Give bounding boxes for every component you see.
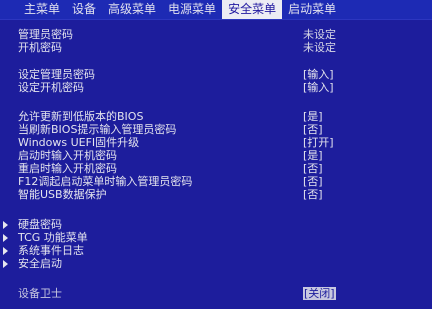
device-guard-value[interactable]: [关闭] bbox=[303, 287, 336, 300]
f12-admin-password-value[interactable]: [否] bbox=[303, 175, 323, 188]
tab-main[interactable]: 主菜单 bbox=[0, 0, 66, 19]
boot-password-prompt-label: 启动时输入开机密码 bbox=[18, 149, 117, 162]
reboot-password-prompt-label: 重启时输入开机密码 bbox=[18, 162, 117, 175]
allow-bios-downgrade-value[interactable]: [是] bbox=[303, 110, 323, 123]
bios-update-prompt-label: 当刷新BIOS提示输入管理员密码 bbox=[18, 123, 177, 136]
power-on-password-value: 未设定 bbox=[303, 41, 336, 54]
submenu-tcg[interactable]: TCG 功能菜单 bbox=[0, 231, 432, 244]
tab-security[interactable]: 安全菜单 bbox=[222, 0, 283, 19]
device-guard-label: 设备卫士 bbox=[18, 287, 62, 300]
triangle-right-icon bbox=[3, 260, 8, 268]
bios-screen: 主菜单 设备 高级菜单 电源菜单 安全菜单 启动菜单 管理员密码 未设定 开机密… bbox=[0, 0, 432, 309]
set-admin-password-row[interactable]: 设定管理员密码 [输入] bbox=[0, 68, 432, 81]
triangle-right-icon bbox=[3, 234, 8, 242]
f12-admin-password-row[interactable]: F12调起启动菜单时输入管理员密码 [否] bbox=[0, 175, 432, 188]
tab-power[interactable]: 电源菜单 bbox=[162, 0, 222, 19]
submenu-label: 硬盘密码 bbox=[18, 218, 62, 231]
submenu-secure-boot[interactable]: 安全启动 bbox=[0, 257, 432, 270]
allow-bios-downgrade-row[interactable]: 允许更新到低版本的BIOS [是] bbox=[0, 110, 432, 123]
submenu-label: TCG 功能菜单 bbox=[18, 231, 88, 244]
power-on-password-status: 开机密码 未设定 bbox=[0, 41, 432, 54]
admin-password-value: 未设定 bbox=[303, 28, 336, 41]
allow-bios-downgrade-label: 允许更新到低版本的BIOS bbox=[18, 110, 144, 123]
set-power-on-password-row[interactable]: 设定开机密码 [输入] bbox=[0, 81, 432, 94]
set-admin-password-label: 设定管理员密码 bbox=[18, 68, 95, 81]
uefi-firmware-update-row[interactable]: Windows UEFI固件升级 [打开] bbox=[0, 136, 432, 149]
reboot-password-prompt-value[interactable]: [否] bbox=[303, 162, 323, 175]
device-guard-row[interactable]: 设备卫士 [关闭] bbox=[0, 287, 432, 300]
bios-update-prompt-row[interactable]: 当刷新BIOS提示输入管理员密码 [否] bbox=[0, 123, 432, 136]
submenu-label: 安全启动 bbox=[18, 257, 62, 270]
security-panel: 管理员密码 未设定 开机密码 未设定 设定管理员密码 [输入] 设定开机密码 [… bbox=[0, 19, 432, 309]
set-admin-password-value[interactable]: [输入] bbox=[303, 68, 334, 81]
submenu-label: 系统事件日志 bbox=[18, 244, 84, 257]
admin-password-label: 管理员密码 bbox=[18, 28, 73, 41]
menu-bar: 主菜单 设备 高级菜单 电源菜单 安全菜单 启动菜单 bbox=[0, 0, 432, 20]
smart-usb-protection-row[interactable]: 智能USB数据保护 [否] bbox=[0, 188, 432, 201]
triangle-right-icon bbox=[3, 221, 8, 229]
bios-update-prompt-value[interactable]: [否] bbox=[303, 123, 323, 136]
reboot-password-prompt-row[interactable]: 重启时输入开机密码 [否] bbox=[0, 162, 432, 175]
admin-password-status: 管理员密码 未设定 bbox=[0, 28, 432, 41]
uefi-firmware-update-label: Windows UEFI固件升级 bbox=[18, 136, 140, 149]
tab-advanced[interactable]: 高级菜单 bbox=[102, 0, 162, 19]
power-on-password-label: 开机密码 bbox=[18, 41, 62, 54]
f12-admin-password-label: F12调起启动菜单时输入管理员密码 bbox=[18, 175, 193, 188]
tab-devices[interactable]: 设备 bbox=[66, 0, 102, 19]
boot-password-prompt-value[interactable]: [是] bbox=[303, 149, 323, 162]
triangle-right-icon bbox=[3, 247, 8, 255]
set-power-on-password-value[interactable]: [输入] bbox=[303, 81, 334, 94]
set-power-on-password-label: 设定开机密码 bbox=[18, 81, 84, 94]
boot-password-prompt-row[interactable]: 启动时输入开机密码 [是] bbox=[0, 149, 432, 162]
submenu-hdd-password[interactable]: 硬盘密码 bbox=[0, 218, 432, 231]
uefi-firmware-update-value[interactable]: [打开] bbox=[303, 136, 334, 149]
tab-startup[interactable]: 启动菜单 bbox=[282, 0, 342, 19]
submenu-event-log[interactable]: 系统事件日志 bbox=[0, 244, 432, 257]
smart-usb-protection-label: 智能USB数据保护 bbox=[18, 188, 107, 201]
smart-usb-protection-value[interactable]: [否] bbox=[303, 188, 323, 201]
